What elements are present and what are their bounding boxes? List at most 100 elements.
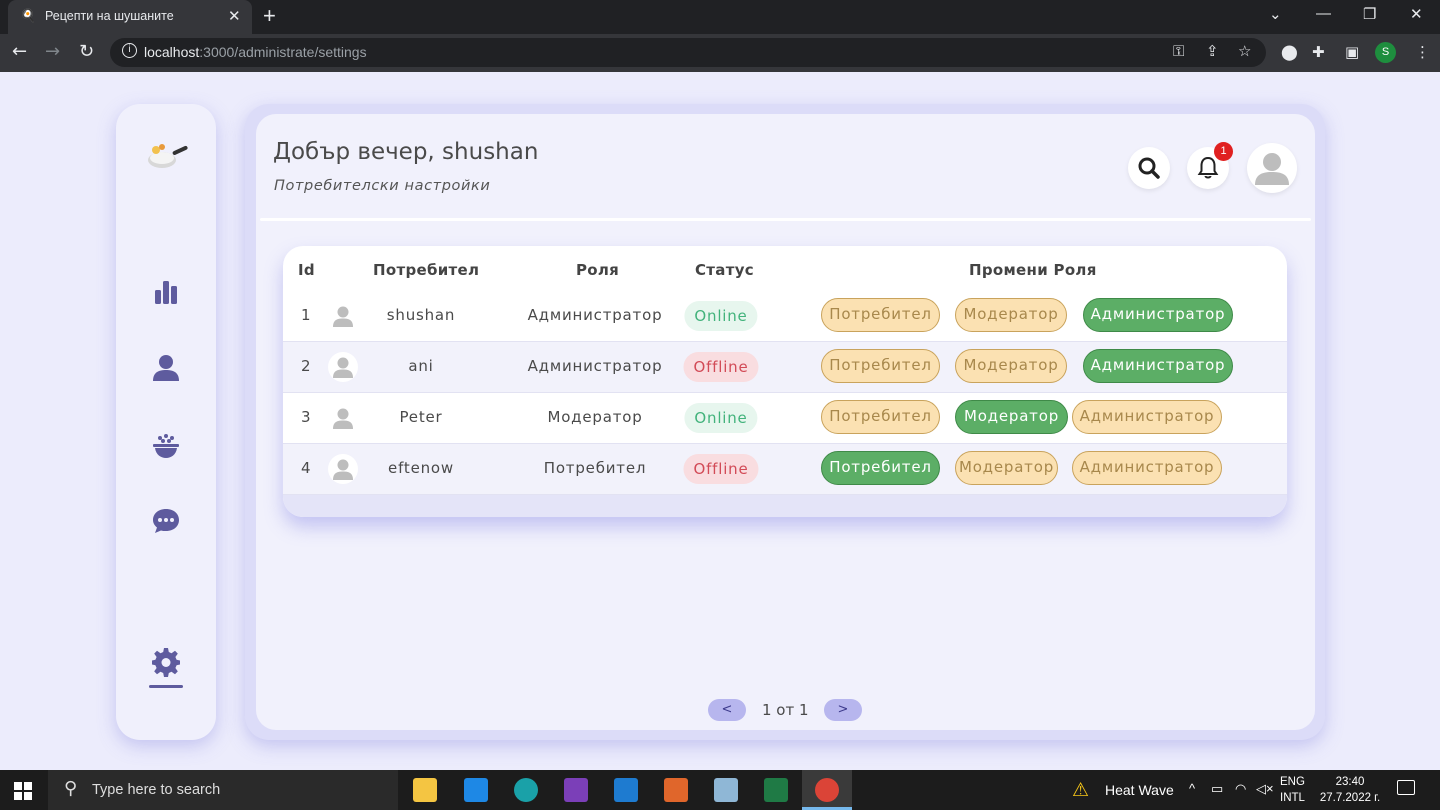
notifications-button[interactable]: 1 — [1187, 142, 1233, 189]
set-role-admin-button[interactable]: Администратор — [1072, 400, 1222, 434]
column-header-id: Id — [298, 261, 315, 279]
set-role-user-button[interactable]: Потребител — [821, 298, 940, 332]
pan-favicon-icon: 🍳 — [20, 9, 37, 24]
key-icon[interactable]: ⚿ — [1173, 42, 1184, 60]
user-avatar — [328, 403, 358, 433]
forward-icon[interactable]: → — [45, 41, 60, 62]
page-title: Добър вечер, shushan — [273, 139, 539, 165]
windows-start-icon[interactable] — [14, 782, 32, 800]
user-avatar — [328, 352, 358, 382]
back-icon[interactable]: ← — [12, 41, 27, 62]
restore-icon[interactable]: ❐ — [1363, 5, 1376, 23]
row-username: Peter — [399, 408, 443, 426]
page-subtitle: Потребителски настройки — [274, 178, 491, 194]
weather-text[interactable]: Heat Wave — [1105, 782, 1174, 798]
system-clock[interactable]: 23:40 27.7.2022 г. — [1315, 774, 1385, 806]
tab-search-chevron-icon[interactable]: ⌄ — [1269, 5, 1282, 23]
file-explorer-icon[interactable] — [413, 778, 437, 802]
set-role-admin-button[interactable]: Администратор — [1083, 298, 1233, 332]
browser-tab[interactable]: 🍳 Рецепти на шушаните ✕ — [8, 0, 252, 34]
set-role-moderator-button[interactable]: Модератор — [955, 298, 1067, 332]
taskbar-search-box[interactable]: ⚲ Type here to search — [48, 770, 398, 810]
profile-avatar[interactable]: S — [1375, 42, 1396, 63]
user-icon[interactable] — [150, 352, 182, 384]
extensions-icon[interactable]: ✚ — [1312, 43, 1325, 61]
active-nav-indicator — [149, 685, 183, 688]
wifi-icon[interactable]: ◠ — [1235, 781, 1246, 797]
row-role: Администратор — [527, 306, 663, 324]
search-icon — [1138, 157, 1160, 179]
header-divider — [260, 218, 1311, 221]
browser-tabbar: 🍳 Рецепти на шушаните ✕ + ⌄ — ❐ ✕ — [0, 0, 1440, 34]
bookmark-star-icon[interactable]: ☆ — [1238, 42, 1251, 60]
menu-kebab-icon[interactable]: ⋮ — [1415, 43, 1430, 61]
notepad-icon[interactable] — [714, 778, 738, 802]
status-badge: Online — [684, 403, 758, 433]
prev-page-button[interactable]: < — [708, 699, 746, 721]
search-button[interactable] — [1128, 147, 1170, 189]
set-role-admin-button[interactable]: Администратор — [1072, 451, 1222, 485]
close-window-icon[interactable]: ✕ — [1410, 5, 1423, 23]
browser-toolbar: ← → ↻ i localhost:3000/administrate/sett… — [0, 34, 1440, 72]
onenote-icon[interactable] — [564, 778, 588, 802]
record-extension-icon[interactable]: ⬤ — [1281, 43, 1298, 61]
user-avatar — [328, 454, 358, 484]
next-page-button[interactable]: > — [824, 699, 862, 721]
set-role-user-button[interactable]: Потребител — [821, 400, 940, 434]
set-role-moderator-button[interactable]: Модератор — [955, 451, 1058, 485]
page-indicator: 1 от 1 — [762, 701, 809, 719]
user-avatar-button[interactable] — [1247, 143, 1297, 193]
row-username: eftenow — [388, 459, 454, 477]
row-role: Модератор — [547, 408, 643, 426]
sidebar — [116, 104, 216, 740]
row-username: ani — [408, 357, 434, 375]
volume-muted-icon[interactable]: ◁× — [1256, 781, 1274, 797]
new-tab-icon[interactable]: + — [263, 3, 276, 29]
share-icon[interactable]: ⇪ — [1206, 42, 1219, 60]
action-center-icon[interactable] — [1397, 780, 1415, 795]
row-id: 1 — [301, 306, 312, 324]
url-text[interactable]: localhost:3000/administrate/settings — [144, 44, 367, 60]
close-tab-icon[interactable]: ✕ — [228, 7, 241, 25]
pagination: < 1 от 1 > — [708, 699, 1162, 723]
heat-warning-icon[interactable]: ⚠ — [1072, 779, 1089, 801]
excel-icon[interactable] — [764, 778, 788, 802]
settings-gear-icon[interactable] — [150, 646, 182, 678]
notification-count-badge: 1 — [1214, 142, 1233, 161]
mail-icon[interactable] — [464, 778, 488, 802]
address-bar[interactable]: i localhost:3000/administrate/settings ⚿… — [110, 38, 1266, 67]
row-role: Потребител — [543, 459, 647, 477]
table-row: 3 Peter Модератор Online Потребител Модератор… — [283, 393, 1287, 444]
user-avatar — [328, 301, 358, 331]
row-id: 2 — [301, 357, 312, 375]
chrome-icon[interactable] — [815, 778, 839, 802]
set-role-admin-button[interactable]: Администратор — [1083, 349, 1233, 383]
hidden-icons-chevron-icon[interactable]: ^ — [1189, 781, 1195, 796]
input-language[interactable]: ENG INTL — [1280, 774, 1305, 806]
table-row: 2 ani Администратор Offline Потребител Модера… — [283, 342, 1287, 393]
app-logo-icon[interactable] — [144, 136, 188, 172]
row-id: 3 — [301, 408, 312, 426]
taskbar-search-placeholder: Type here to search — [92, 782, 221, 798]
rice-bowl-icon[interactable] — [150, 429, 182, 461]
vscode-icon[interactable] — [614, 778, 638, 802]
row-role: Администратор — [527, 357, 663, 375]
set-role-moderator-button[interactable]: Модератор — [955, 349, 1067, 383]
set-role-user-button[interactable]: Потребител — [821, 451, 940, 485]
row-username: shushan — [386, 306, 456, 324]
battery-icon[interactable]: ▭ — [1211, 781, 1223, 797]
set-role-user-button[interactable]: Потребител — [821, 349, 940, 383]
edge-browser-icon[interactable] — [514, 778, 538, 802]
reload-icon[interactable]: ↻ — [79, 41, 94, 62]
status-badge: Online — [684, 301, 758, 331]
chat-bubble-icon[interactable] — [150, 505, 182, 537]
site-info-icon[interactable]: i — [122, 43, 137, 58]
users-table: Id Потребител Роля Статус Промени Роля 1… — [283, 246, 1287, 517]
column-header-change-role: Промени Роля — [969, 261, 1097, 279]
side-panel-icon[interactable]: ▣ — [1345, 43, 1359, 61]
dashboard-chart-icon[interactable] — [150, 276, 182, 308]
set-role-moderator-button[interactable]: Модератор — [955, 400, 1068, 434]
minimize-icon[interactable]: — — [1316, 5, 1331, 22]
table-row: 4 eftenow Потребител Offline Потребител Модер… — [283, 444, 1287, 495]
intellij-icon[interactable] — [664, 778, 688, 802]
